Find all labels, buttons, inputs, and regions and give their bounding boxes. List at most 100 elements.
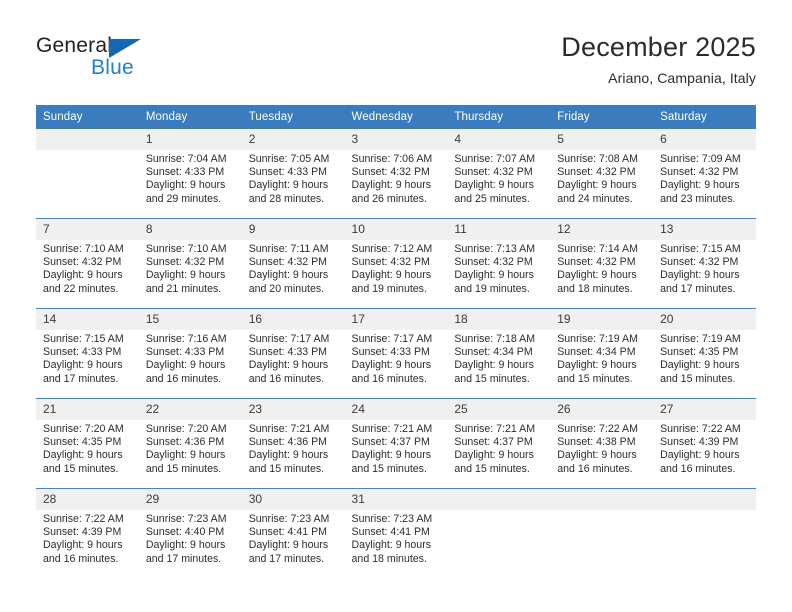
sunset-text: Sunset: 4:32 PM [145,256,225,269]
calendar-day-cell[interactable]: 4 Sunrise: 7:07 AM Sunset: 4:32 PM Daylight… [447,129,551,219]
day-cell-content: 23 Sunrise: 7:21 AM Sunset: 4:36 PM Dayligh… [241,399,345,488]
daylight-text-line2: and 19 minutes. [454,282,530,295]
sunrise-text: Sunrise: 7:21 AM [454,423,536,435]
sunset-text: Sunset: 4:33 PM [145,346,225,359]
calendar-day-cell[interactable]: 18 Sunrise: 7:18 AM Sunset: 4:34 PM Dayligh… [447,308,551,399]
day-cell-content: 17 Sunrise: 7:17 AM Sunset: 4:33 PM Dayligh… [344,309,448,398]
calendar-day-cell [653,488,756,578]
day-cell-content: 19 Sunrise: 7:19 AM Sunset: 4:34 PM Dayligh… [550,309,654,398]
daylight-text-line1: Daylight: 9 hours [660,179,740,192]
calendar-day-cell[interactable]: 7 Sunrise: 7:10 AM Sunset: 4:32 PM Daylight… [36,218,139,309]
calendar-day-cell[interactable]: 27 Sunrise: 7:22 AM Sunset: 4:39 PM Dayligh… [653,398,756,489]
sunset-text: Sunset: 4:40 PM [145,526,225,539]
day-cell-content: 30 Sunrise: 7:23 AM Sunset: 4:41 PM Dayligh… [241,489,345,578]
sunrise-text: Sunrise: 7:12 AM [351,243,433,255]
daylight-text-line2: and 16 minutes. [248,372,325,385]
calendar-day-cell[interactable]: 30 Sunrise: 7:23 AM Sunset: 4:41 PM Dayligh… [241,488,345,578]
calendar-day-cell[interactable]: 28 Sunrise: 7:22 AM Sunset: 4:39 PM Dayligh… [36,488,139,578]
calendar-day-cell[interactable]: 25 Sunrise: 7:21 AM Sunset: 4:37 PM Dayligh… [447,398,551,489]
day-details: Sunrise: 7:06 AM Sunset: 4:32 PM Daylight:… [345,150,448,206]
calendar-day-cell[interactable]: 8 Sunrise: 7:10 AM Sunset: 4:32 PM Daylight… [138,218,242,309]
sunset-text: Sunset: 4:33 PM [351,346,430,359]
day-number: 15 [138,309,242,330]
day-cell-content: 14 Sunrise: 7:15 AM Sunset: 4:33 PM Dayligh… [36,309,139,398]
day-number: 21 [36,399,139,420]
calendar-day-cell[interactable]: 3 Sunrise: 7:06 AM Sunset: 4:32 PM Daylight… [344,129,448,219]
sunrise-text: Sunrise: 7:23 AM [351,513,433,525]
sunset-text: Sunset: 4:36 PM [145,436,225,449]
weekday-header-friday: Friday [550,105,654,129]
calendar-day-cell[interactable]: 17 Sunrise: 7:17 AM Sunset: 4:33 PM Dayligh… [344,308,448,399]
sunrise-text: Sunrise: 7:17 AM [248,333,330,345]
calendar-day-cell[interactable]: 1 Sunrise: 7:04 AM Sunset: 4:33 PM Daylight… [138,129,242,219]
day-details: Sunrise: 7:19 AM Sunset: 4:34 PM Daylight:… [550,330,653,386]
calendar-day-cell[interactable]: 23 Sunrise: 7:21 AM Sunset: 4:36 PM Dayligh… [241,398,345,489]
daylight-text-line2: and 29 minutes. [145,192,222,205]
sunset-text: Sunset: 4:36 PM [248,436,328,449]
calendar-day-cell[interactable]: 24 Sunrise: 7:21 AM Sunset: 4:37 PM Dayligh… [344,398,448,489]
calendar-day-cell[interactable]: 5 Sunrise: 7:08 AM Sunset: 4:32 PM Daylight… [550,129,654,219]
sunrise-text: Sunrise: 7:05 AM [248,153,330,165]
calendar-day-cell[interactable]: 2 Sunrise: 7:05 AM Sunset: 4:33 PM Daylight… [241,129,345,219]
sunrise-text: Sunrise: 7:10 AM [43,243,124,255]
calendar-day-cell[interactable]: 14 Sunrise: 7:15 AM Sunset: 4:33 PM Dayligh… [36,308,139,399]
daylight-text-line2: and 15 minutes. [454,372,530,385]
calendar-day-cell[interactable]: 20 Sunrise: 7:19 AM Sunset: 4:35 PM Dayligh… [653,308,756,399]
daylight-text-line1: Daylight: 9 hours [248,269,329,282]
day-number: 13 [653,219,756,240]
day-cell-content: 8 Sunrise: 7:10 AM Sunset: 4:32 PM Daylight… [138,219,242,308]
daylight-text-line1: Daylight: 9 hours [43,269,123,282]
day-number: 28 [36,489,139,510]
daylight-text-line1: Daylight: 9 hours [454,269,534,282]
calendar-day-cell[interactable]: 19 Sunrise: 7:19 AM Sunset: 4:34 PM Dayligh… [550,308,654,399]
sunset-text: Sunset: 4:35 PM [43,436,122,449]
calendar-day-cell[interactable]: 16 Sunrise: 7:17 AM Sunset: 4:33 PM Dayligh… [241,308,345,399]
calendar-day-cell [447,488,551,578]
calendar-grid: Sunday Monday Tuesday Wednesday Thursday… [36,105,756,578]
day-details: Sunrise: 7:17 AM Sunset: 4:33 PM Daylight:… [345,330,448,386]
day-cell-content [550,489,654,578]
calendar-day-cell[interactable]: 13 Sunrise: 7:15 AM Sunset: 4:32 PM Dayligh… [653,218,756,309]
daylight-text-line2: and 25 minutes. [454,192,530,205]
calendar-day-cell[interactable]: 10 Sunrise: 7:12 AM Sunset: 4:32 PM Dayligh… [344,218,448,309]
calendar-day-cell[interactable]: 9 Sunrise: 7:11 AM Sunset: 4:32 PM Daylight… [241,218,345,309]
sunset-text: Sunset: 4:32 PM [557,256,636,269]
daylight-text-line2: and 16 minutes. [660,462,736,475]
calendar-day-cell[interactable]: 21 Sunrise: 7:20 AM Sunset: 4:35 PM Dayligh… [36,398,139,489]
sunrise-text: Sunrise: 7:22 AM [660,423,741,435]
calendar-day-cell[interactable]: 22 Sunrise: 7:20 AM Sunset: 4:36 PM Dayligh… [138,398,242,489]
sunset-text: Sunset: 4:35 PM [660,346,739,359]
day-number: 29 [138,489,242,510]
calendar-body: 1 Sunrise: 7:04 AM Sunset: 4:33 PM Daylight… [36,129,756,578]
sunset-text: Sunset: 4:32 PM [351,166,430,179]
day-details: Sunrise: 7:13 AM Sunset: 4:32 PM Daylight:… [447,240,550,296]
calendar-day-cell[interactable]: 11 Sunrise: 7:13 AM Sunset: 4:32 PM Dayligh… [447,218,551,309]
day-number: 3 [344,129,448,150]
sunrise-text: Sunrise: 7:20 AM [145,423,227,435]
daylight-text-line1: Daylight: 9 hours [145,449,226,462]
daylight-text-line1: Daylight: 9 hours [557,359,637,372]
day-details: Sunrise: 7:18 AM Sunset: 4:34 PM Daylight:… [447,330,550,386]
calendar-day-cell[interactable]: 29 Sunrise: 7:23 AM Sunset: 4:40 PM Dayligh… [138,488,242,578]
calendar-day-cell[interactable]: 26 Sunrise: 7:22 AM Sunset: 4:38 PM Dayligh… [550,398,654,489]
calendar-day-cell[interactable]: 12 Sunrise: 7:14 AM Sunset: 4:32 PM Dayligh… [550,218,654,309]
logo-text-general: General [36,34,113,57]
day-number: 25 [447,399,551,420]
day-cell-content: 18 Sunrise: 7:18 AM Sunset: 4:34 PM Dayligh… [447,309,551,398]
general-blue-logo[interactable]: General Blue [36,34,236,84]
weekday-header-monday: Monday [138,105,242,129]
day-details: Sunrise: 7:16 AM Sunset: 4:33 PM Daylight:… [139,330,242,386]
calendar-day-cell[interactable]: 6 Sunrise: 7:09 AM Sunset: 4:32 PM Daylight… [653,129,756,219]
calendar-day-cell [36,129,139,219]
page-header: General Blue December 2025 Ariano, Campa… [0,0,792,100]
calendar-day-cell[interactable]: 31 Sunrise: 7:23 AM Sunset: 4:41 PM Dayligh… [344,488,448,578]
sunset-text: Sunset: 4:34 PM [557,346,636,359]
daylight-text-line1: Daylight: 9 hours [43,359,123,372]
calendar-week-row: 7 Sunrise: 7:10 AM Sunset: 4:32 PM Daylight… [36,218,756,309]
day-cell-content: 29 Sunrise: 7:23 AM Sunset: 4:40 PM Dayligh… [138,489,242,578]
day-cell-content: 26 Sunrise: 7:22 AM Sunset: 4:38 PM Dayligh… [550,399,654,488]
daylight-text-line2: and 24 minutes. [557,192,633,205]
daylight-text-line1: Daylight: 9 hours [43,449,123,462]
calendar-day-cell[interactable]: 15 Sunrise: 7:16 AM Sunset: 4:33 PM Dayligh… [138,308,242,399]
day-cell-content [447,489,551,578]
